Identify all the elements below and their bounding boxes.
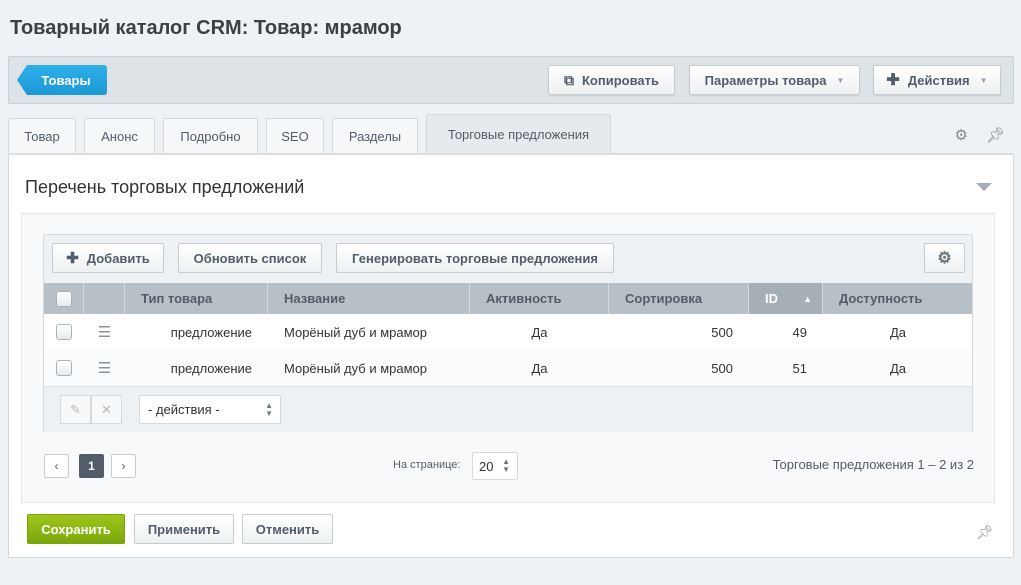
collapse-icon[interactable] <box>976 183 992 191</box>
chevron-down-icon: ▼ <box>836 75 845 85</box>
per-page-select[interactable]: 20 ▲ ▼ <box>472 452 518 480</box>
chevron-left-icon: ‹ <box>54 459 59 473</box>
sort-asc-icon: ▲ <box>803 293 812 304</box>
tab-tools: ⚙ 📌︎ <box>955 126 1006 144</box>
apply-button[interactable]: Применить <box>134 514 234 544</box>
generate-offers-button[interactable]: Генерировать торговые предложения <box>336 243 614 273</box>
cell-name: Морёный дуб и мрамор <box>284 360 428 376</box>
tab-announce[interactable]: Анонс <box>84 118 155 154</box>
prev-page-button[interactable]: ‹ <box>44 454 69 478</box>
cell-active: Да <box>531 324 548 340</box>
select-all-checkbox[interactable] <box>55 290 72 307</box>
cell-type: предложение <box>170 360 252 376</box>
plus-icon: ✚ <box>66 250 79 267</box>
table-row[interactable]: ☰ предложение Морёный дуб и мрамор Да 50… <box>44 314 972 350</box>
gear-icon[interactable]: ⚙ <box>955 126 968 144</box>
top-toolbar: Товары ⧉ Копировать Параметры товара ▼ ✚… <box>8 56 1014 104</box>
current-page[interactable]: 1 <box>79 454 104 478</box>
gear-icon: ⚙ <box>937 250 952 267</box>
cell-sort: 500 <box>711 360 733 376</box>
row-select-cell <box>44 350 84 386</box>
tab-details[interactable]: Подробно <box>163 118 258 154</box>
row-checkbox[interactable] <box>56 360 72 376</box>
grid-settings-button[interactable]: ⚙ <box>924 243 965 273</box>
grid-footer: ✎ ✕ - действия - ▲ ▼ <box>44 386 972 432</box>
cell-sort: 500 <box>711 324 733 340</box>
add-offer-button[interactable]: ✚ Добавить <box>52 243 164 273</box>
back-to-products-button[interactable]: Товары <box>17 65 107 95</box>
product-params-button[interactable]: Параметры товара ▼ <box>689 65 860 95</box>
next-page-button[interactable]: › <box>111 454 136 478</box>
cell-active: Да <box>531 360 548 376</box>
copy-button[interactable]: ⧉ Копировать <box>548 65 675 95</box>
pin-icon[interactable]: 📌︎ <box>976 524 994 541</box>
group-actions-select[interactable]: - действия - ▲ ▼ <box>139 395 281 424</box>
cell-available: Да <box>889 360 907 376</box>
tab-sections[interactable]: Разделы <box>332 118 418 154</box>
tab-trade-offers[interactable]: Торговые предложения <box>426 114 611 154</box>
cell-id: 51 <box>792 360 807 376</box>
row-menu-cell: ☰ <box>84 314 125 350</box>
edit-selected-button[interactable]: ✎ <box>60 395 91 424</box>
select-arrows-icon: ▲ ▼ <box>265 400 273 418</box>
actions-button[interactable]: ✚ Действия ▼ <box>873 65 1001 95</box>
drag-column-header <box>84 283 125 314</box>
row-checkbox[interactable] <box>56 324 72 340</box>
column-name[interactable]: Название <box>268 283 470 314</box>
column-availability[interactable]: Доступность <box>823 283 973 314</box>
chevron-right-icon: › <box>121 459 126 473</box>
cell-type: предложение <box>170 324 252 340</box>
select-all-cell <box>44 283 84 314</box>
grid-toolbar: ✚ Добавить Обновить список Генерировать … <box>44 235 972 283</box>
column-id[interactable]: ID ▲ <box>749 283 823 314</box>
cell-available: Да <box>889 324 907 340</box>
per-page-value: 20 <box>479 458 494 474</box>
pagination-summary: Торговые предложения 1 – 2 из 2 <box>772 457 974 472</box>
hamburger-icon[interactable]: ☰ <box>98 323 111 341</box>
column-sort[interactable]: Сортировка <box>609 283 749 314</box>
cell-name: Морёный дуб и мрамор <box>284 324 428 340</box>
refresh-list-button[interactable]: Обновить список <box>178 243 322 273</box>
table-header: Тип товара Название Активность Сортировк… <box>44 283 972 314</box>
row-select-cell <box>44 314 84 350</box>
tab-seo[interactable]: SEO <box>266 118 324 154</box>
column-id-label: ID <box>765 291 778 306</box>
actions-label: Действия <box>907 72 970 88</box>
pencil-icon: ✎ <box>70 401 81 417</box>
copy-icon: ⧉ <box>563 71 574 88</box>
offers-container: ✚ Добавить Обновить список Генерировать … <box>21 213 995 503</box>
offers-grid: ✚ Добавить Обновить список Генерировать … <box>43 234 973 432</box>
copy-label: Копировать <box>581 72 659 88</box>
chevron-down-icon: ▼ <box>979 75 988 85</box>
cancel-button[interactable]: Отменить <box>242 514 333 544</box>
hamburger-icon[interactable]: ☰ <box>98 359 111 377</box>
section-title: Перечень торговых предложений <box>25 177 305 197</box>
column-active[interactable]: Активность <box>470 283 609 314</box>
product-params-label: Параметры товара <box>704 72 827 88</box>
pin-icon[interactable]: 📌︎ <box>986 126 1005 144</box>
column-type[interactable]: Тип товара <box>125 283 268 314</box>
per-page-label: На странице: <box>393 459 461 471</box>
select-arrows-icon: ▲ ▼ <box>502 457 510 474</box>
page-title: Товарный каталог CRM: Товар: мрамор <box>10 17 402 39</box>
cell-id: 49 <box>792 324 807 340</box>
tab-product[interactable]: Товар <box>8 118 76 154</box>
delete-selected-button[interactable]: ✕ <box>91 395 122 424</box>
main-panel: Перечень торговых предложений ✚ Добавить… <box>8 153 1014 558</box>
save-button[interactable]: Сохранить <box>27 514 125 544</box>
row-menu-cell: ☰ <box>84 350 125 386</box>
plus-icon: ✚ <box>886 72 900 89</box>
group-actions-value: - действия - <box>148 402 220 417</box>
table-row[interactable]: ☰ предложение Морёный дуб и мрамор Да 50… <box>44 350 972 386</box>
add-label: Добавить <box>86 250 150 266</box>
close-icon: ✕ <box>101 401 112 417</box>
